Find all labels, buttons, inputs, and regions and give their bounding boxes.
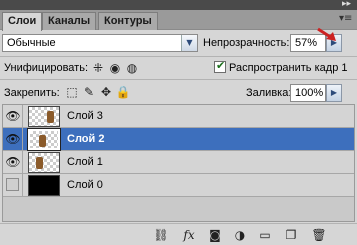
propagate-checkbox[interactable]: ✔ [214,59,226,73]
propagate-label: Распространить кадр 1 [229,62,348,74]
tab-channels[interactable]: Каналы [42,12,97,30]
fill-slider-button[interactable]: ▶ [326,84,342,102]
layers-panel: ▸▸ Слои Каналы Контуры ▾≡ Обычные ▼ Непр… [0,0,357,245]
layer-name: Слой 2 [67,133,105,145]
new-group-icon[interactable]: ▭ [256,227,274,243]
lock-position-icon[interactable]: ✥ [98,84,114,100]
lock-label: Закрепить: [4,87,60,99]
panel-menu-icon[interactable]: ▾≡ [339,14,353,24]
collapse-icon[interactable]: ▸▸ [342,0,351,9]
layers-list: 👁 Слой 3 👁 Слой 2 👁 Слой 1 Слой 0 [2,104,355,222]
tab-strip: Слои Каналы Контуры [0,10,357,31]
annotation-arrow-icon [317,27,336,41]
thumbnail-figure [47,111,54,123]
lock-transparent-icon[interactable]: ⬚ [64,84,80,100]
layer-style-icon[interactable]: fx [180,227,198,243]
new-layer-icon[interactable]: ❐ [282,227,300,243]
thumbnail-figure [39,135,46,147]
visibility-cell[interactable] [3,174,23,196]
unify-position-icon[interactable]: ⁜ [90,60,106,76]
thumbnail-figure [36,157,43,169]
fill-input[interactable]: 100% [290,84,326,102]
layer-thumbnail [28,175,60,196]
layer-thumbnail [28,152,60,173]
eye-icon[interactable]: 👁 [5,131,21,147]
hidden-visibility-box[interactable] [6,178,19,191]
lock-image-icon[interactable]: ✎ [81,84,97,100]
layers-toolbar: ⛓ fx ◙ ◑ ▭ ❐ 🗑 [0,223,357,245]
visibility-cell[interactable]: 👁 [3,151,23,173]
layer-thumbnail [27,128,61,151]
delete-layer-icon[interactable]: 🗑 [310,227,328,243]
layer-row[interactable]: 👁 Слой 1 [3,151,354,174]
layer-name: Слой 0 [67,179,103,191]
panel-title-bar: ▸▸ [0,0,357,10]
layer-thumbnail [28,106,60,127]
layer-name: Слой 3 [67,110,103,122]
adjustment-layer-icon[interactable]: ◑ [231,227,249,243]
divider [0,79,357,80]
blend-mode-select[interactable]: Обычные ▼ [2,34,198,52]
unify-label: Унифицировать: [4,62,89,74]
link-layers-icon[interactable]: ⛓ [152,227,170,243]
fill-label: Заливка: [246,87,292,99]
unify-visibility-icon[interactable]: ◉ [107,60,123,76]
layer-row[interactable]: 👁 Слой 3 [3,105,354,128]
visibility-cell[interactable]: 👁 [3,105,23,127]
unify-style-icon[interactable]: ◍ [124,60,140,76]
eye-icon[interactable]: 👁 [5,108,21,124]
tab-layers[interactable]: Слои [2,12,43,31]
layer-row-selected[interactable]: 👁 Слой 2 [3,128,354,151]
visibility-cell[interactable]: 👁 [3,128,23,150]
checkmark-icon: ✔ [216,59,226,72]
divider [0,56,357,57]
lock-all-icon[interactable]: 🔒 [115,84,131,100]
chevron-down-icon[interactable]: ▼ [181,35,197,51]
layer-mask-icon[interactable]: ◙ [206,227,224,243]
blend-mode-value: Обычные [7,37,56,49]
tab-paths[interactable]: Контуры [98,12,158,30]
layer-name: Слой 1 [67,156,103,168]
layer-row[interactable]: Слой 0 [3,174,354,197]
opacity-label: Непрозрачность: [203,37,290,49]
eye-icon[interactable]: 👁 [5,154,21,170]
